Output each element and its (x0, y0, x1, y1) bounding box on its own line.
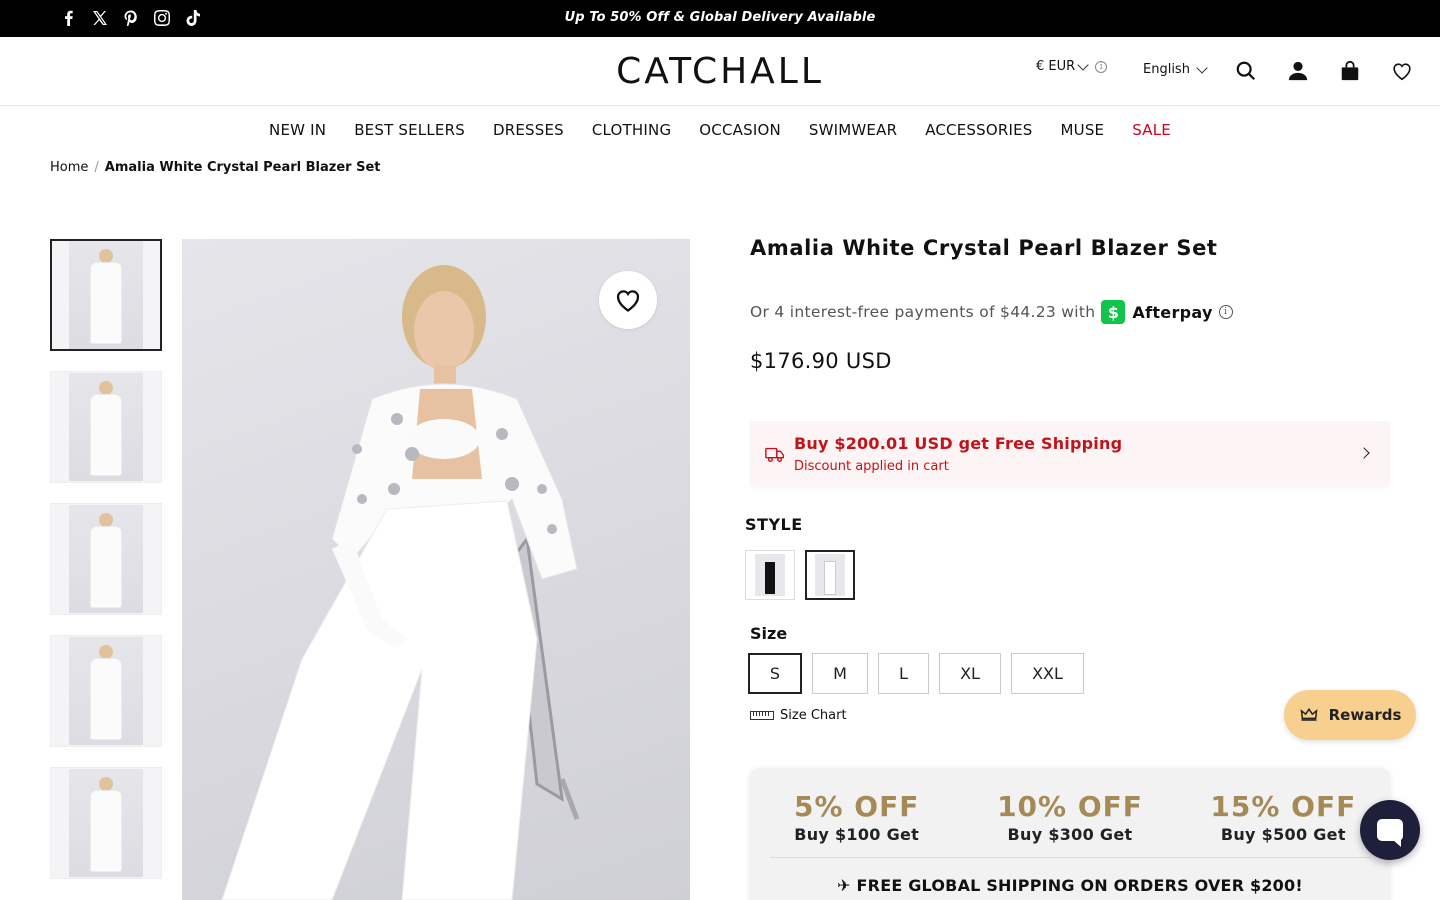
thumbnail-list (50, 239, 162, 899)
size-option-xxl[interactable]: XXL (1011, 653, 1084, 694)
tier-discount: 5% OFF (793, 790, 920, 823)
info-icon[interactable]: i (1095, 60, 1108, 73)
size-chart-label: Size Chart (780, 708, 847, 723)
rewards-label: Rewards (1328, 706, 1402, 724)
product-main-image[interactable] (182, 239, 690, 900)
product-thumbnail[interactable] (50, 635, 162, 747)
discount-tier: 5% OFF Buy $100 Get (750, 790, 963, 844)
currency-label: € EUR (1036, 59, 1076, 74)
product-thumbnail[interactable] (50, 503, 162, 615)
ruler-icon (750, 711, 774, 720)
nav-item-muse[interactable]: MUSE (1061, 121, 1105, 139)
announcement-bar: Up To 50% Off & Global Delivery Availabl… (0, 0, 1440, 37)
free-shipping-banner[interactable]: Buy $200.01 USD get Free Shipping Discou… (750, 421, 1390, 487)
breadcrumb-separator: / (94, 160, 99, 175)
size-option-xl[interactable]: XL (939, 653, 1001, 694)
chevron-down-icon (1196, 61, 1208, 74)
free-shipping-note: ✈ FREE GLOBAL SHIPPING ON ORDERS OVER $2… (837, 876, 1303, 895)
rewards-button[interactable]: Rewards (1284, 690, 1416, 740)
model-illustration (221, 265, 580, 900)
heart-icon (616, 290, 640, 312)
tier-discount: 10% OFF (997, 790, 1143, 823)
tier-condition: Buy $100 Get (794, 825, 920, 844)
search-icon[interactable] (1235, 60, 1257, 82)
afterpay-brand: Afterpay (1132, 302, 1213, 322)
site-logo[interactable]: CATCHALL (616, 49, 821, 93)
tiered-discount-box: 5% OFF Buy $100 Get 10% OFF Buy $300 Get… (750, 768, 1390, 900)
site-header: CATCHALL € EUR i English (0, 37, 1440, 106)
nav-item-occasion[interactable]: OCCASION (699, 121, 781, 139)
chevron-down-icon (1077, 58, 1089, 71)
nav-item-accessories[interactable]: ACCESSORIES (925, 121, 1032, 139)
thumbnail-image (69, 505, 143, 613)
tier-condition: Buy $500 Get (1220, 825, 1346, 844)
tier-discount: 15% OFF (1210, 790, 1357, 823)
bag-icon[interactable] (1339, 60, 1361, 82)
discount-tiers: 5% OFF Buy $100 Get 10% OFF Buy $300 Get… (750, 790, 1390, 844)
afterpay-text: Or 4 interest-free payments of $44.23 wi… (750, 303, 1096, 321)
language-label: English (1143, 62, 1190, 77)
chevron-right-icon (1358, 447, 1370, 459)
size-option-l[interactable]: L (878, 653, 929, 694)
tier-condition: Buy $300 Get (1007, 825, 1133, 844)
account-icon[interactable] (1287, 60, 1309, 82)
shipping-headline: Buy $200.01 USD get Free Shipping (794, 434, 1123, 453)
nav-item-new-in[interactable]: NEW IN (269, 121, 326, 139)
nav-item-clothing[interactable]: CLOTHING (592, 121, 671, 139)
style-options (745, 550, 855, 600)
style-swatch-image (755, 554, 785, 596)
product-price: $176.90 USD (750, 349, 892, 373)
thumbnail-image (69, 241, 143, 349)
discount-tier: 10% OFF Buy $300 Get (963, 790, 1176, 844)
style-label: STYLE (745, 515, 803, 534)
announcement-text: Up To 50% Off & Global Delivery Availabl… (564, 10, 876, 25)
nav-item-best-sellers[interactable]: BEST SELLERS (354, 121, 465, 139)
add-to-wishlist-button[interactable] (599, 271, 657, 329)
size-chart-link[interactable]: Size Chart (750, 708, 847, 723)
main-nav: NEW IN BEST SELLERS DRESSES CLOTHING OCC… (0, 121, 1440, 139)
chat-icon (1377, 819, 1403, 847)
crown-icon (1300, 707, 1318, 721)
truck-icon (765, 447, 784, 463)
breadcrumb-home[interactable]: Home (50, 160, 88, 175)
afterpay-logo-icon: $ (1101, 300, 1126, 324)
size-options: S M L XL XXL (748, 653, 1084, 694)
breadcrumb: Home / Amalia White Crystal Pearl Blazer… (50, 160, 380, 175)
product-thumbnail[interactable] (50, 371, 162, 483)
size-option-s[interactable]: S (748, 653, 802, 694)
wishlist-icon[interactable] (1391, 60, 1413, 82)
language-selector[interactable]: English (1143, 61, 1208, 77)
nav-item-swimwear[interactable]: SWIMWEAR (809, 121, 897, 139)
nav-item-sale[interactable]: SALE (1132, 121, 1171, 139)
currency-selector[interactable]: € EUR i (1036, 58, 1108, 74)
style-option-white[interactable] (805, 550, 855, 600)
nav-item-dresses[interactable]: DRESSES (493, 121, 564, 139)
info-icon[interactable]: i (1218, 305, 1233, 319)
style-option-black[interactable] (745, 550, 795, 600)
style-swatch-image (815, 554, 845, 596)
shipping-subline: Discount applied in cart (794, 459, 949, 474)
afterpay-info: Or 4 interest-free payments of $44.23 wi… (750, 300, 1233, 324)
size-label: Size (750, 624, 788, 643)
size-option-m[interactable]: M (812, 653, 868, 694)
breadcrumb-current: Amalia White Crystal Pearl Blazer Set (104, 160, 381, 175)
header-actions (1235, 60, 1413, 82)
thumbnail-image (69, 637, 143, 745)
product-thumbnail[interactable] (50, 767, 162, 879)
thumbnail-image (69, 769, 143, 877)
thumbnail-image (69, 373, 143, 481)
discount-tier: 15% OFF Buy $500 Get (1177, 790, 1390, 844)
divider (770, 857, 1370, 858)
chat-launcher-button[interactable] (1360, 800, 1420, 860)
product-title: Amalia White Crystal Pearl Blazer Set (750, 236, 1218, 260)
product-thumbnail[interactable] (50, 239, 162, 351)
